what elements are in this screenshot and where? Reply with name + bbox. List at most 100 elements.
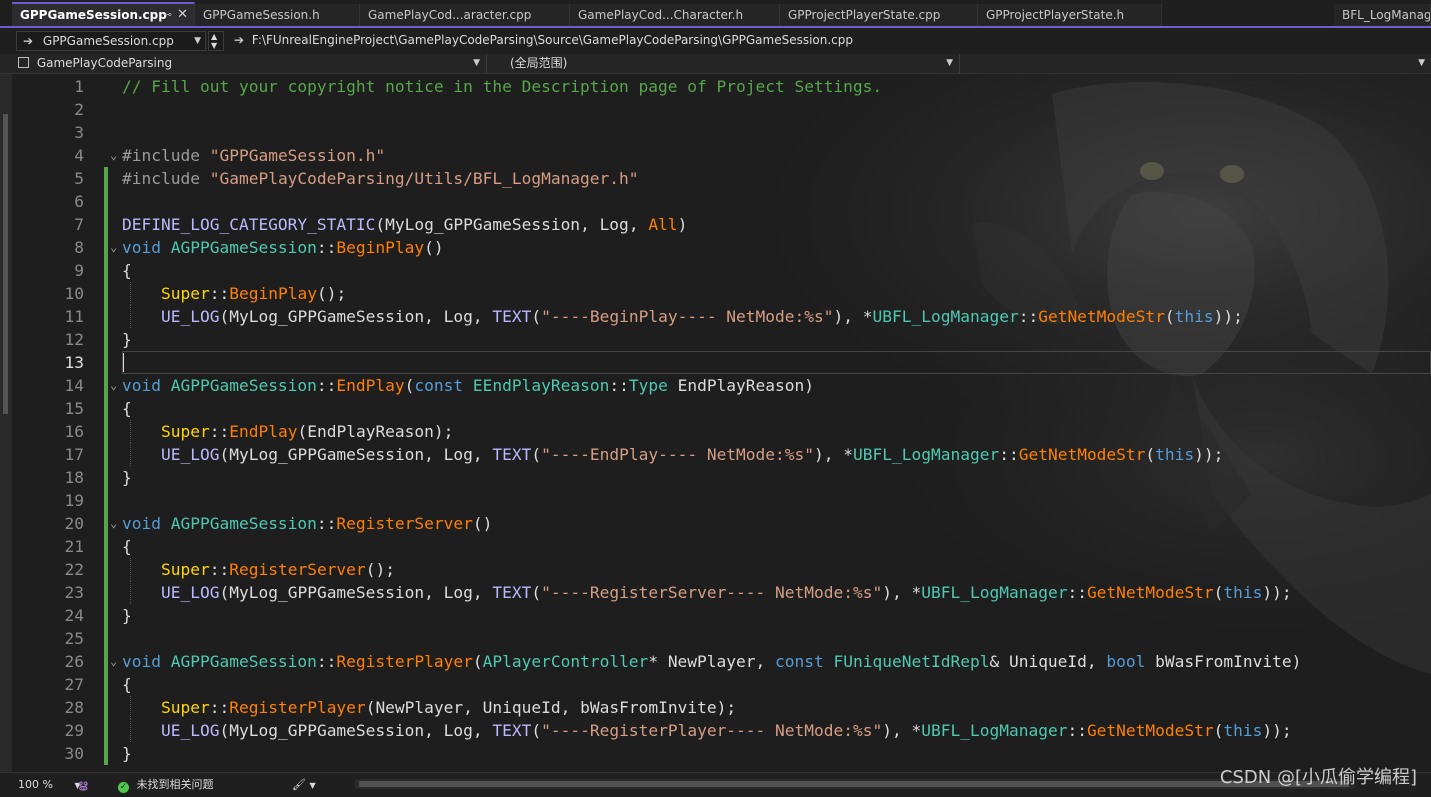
code-line[interactable]: 17 UE_LOG(MyLog_GPPGameSession, Log, TEX… [12, 443, 1431, 466]
fold-chevron-icon[interactable]: ⌄ [110, 236, 117, 259]
horizontal-scroll-thumb[interactable] [359, 781, 1349, 787]
file-selector-combo[interactable]: ➔ GPPGameSession.cpp ▼ [16, 31, 206, 51]
code-line[interactable]: 25 [12, 627, 1431, 650]
line-number: 12 [64, 330, 85, 349]
code-line[interactable]: 21 { [12, 535, 1431, 558]
tab-bfl-logmanager[interactable]: BFL_LogManage [1334, 4, 1431, 26]
brush-tools-icon[interactable]: 🖌 ▼ [292, 773, 316, 796]
change-indicator [104, 696, 108, 719]
code-line[interactable]: 9{ [12, 259, 1431, 282]
close-icon[interactable]: ✕ [177, 4, 188, 26]
code-text: } [122, 744, 132, 763]
line-number: 22 [64, 560, 85, 579]
code-line[interactable]: 30} [12, 742, 1431, 765]
fold-chevron-icon[interactable]: ⌄ [110, 374, 117, 397]
code-line[interactable]: 16 Super::EndPlay(EndPlayReason); [12, 420, 1431, 443]
code-line[interactable]: 4 ⌄ #include "GPPGameSession.h" [12, 144, 1431, 167]
scope-bar: GamePlayCodeParsing ▼ (全局范围) ▼ ▼ [0, 54, 1431, 74]
change-indicator [104, 581, 108, 604]
fold-chevron-icon[interactable]: ⌄ [110, 512, 117, 535]
tab-gppgamesession-h[interactable]: GPPGameSession.h [195, 4, 360, 26]
horizontal-scrollbar[interactable] [355, 779, 1355, 789]
code-text: UE_LOG(MyLog_GPPGameSession, Log, TEXT("… [161, 721, 1292, 740]
up-down-spinner[interactable]: ▲ ▼ [208, 31, 224, 51]
issues-indicator[interactable]: ✓ 未找到相关问题 [118, 773, 214, 796]
chevron-down-icon: ▼ [211, 41, 218, 50]
change-indicator [104, 282, 108, 305]
change-indicator [104, 190, 108, 213]
code-line[interactable]: 15 { [12, 397, 1431, 420]
code-line[interactable]: 13 [12, 351, 1431, 374]
code-line[interactable]: 2 [12, 98, 1431, 121]
global-scope-dropdown[interactable]: (全局范围) ▼ [488, 54, 960, 73]
change-indicator [104, 420, 108, 443]
navigation-bar: ➔ GPPGameSession.cpp ▼ ▲ ▼ ➔ F:\FUnrealE… [0, 28, 1431, 54]
code-line[interactable]: 23 UE_LOG(MyLog_GPPGameSession, Log, TEX… [12, 581, 1431, 604]
code-line[interactable]: 1 // Fill out your copyright notice in th… [12, 75, 1431, 98]
change-indicator [104, 535, 108, 558]
line-number: 21 [64, 537, 85, 556]
code-line[interactable]: 26 ⌄ void AGPPGameSession::RegisterPlayer(… [12, 650, 1431, 673]
line-number: 17 [64, 445, 85, 464]
arrow-right-icon: ➔ [23, 34, 34, 48]
file-path-field[interactable]: ➔ F:\FUnrealEngineProject\GamePlayCodePa… [228, 31, 1431, 51]
code-text: { [122, 399, 132, 418]
pin-icon[interactable]: ⊸ [163, 4, 172, 26]
copilot-icon[interactable]: ൠ [78, 773, 88, 796]
document-tab-bar: GPPGameSession.cpp ⊸ ✕ GPPGameSession.h … [0, 0, 1431, 28]
line-number: 13 [64, 353, 85, 372]
line-number: 23 [64, 583, 85, 602]
code-text: void AGPPGameSession::EndPlay(const EEnd… [122, 376, 815, 395]
code-line[interactable]: 3 [12, 121, 1431, 144]
tab-gppgamesession-cpp[interactable]: GPPGameSession.cpp ⊸ ✕ [12, 2, 195, 26]
code-line[interactable]: 27 { [12, 673, 1431, 696]
fold-chevron-icon[interactable]: ⌄ [110, 650, 117, 673]
project-scope-dropdown[interactable]: GamePlayCodeParsing ▼ [18, 54, 487, 73]
project-icon [18, 57, 29, 68]
code-line[interactable]: 24} [12, 604, 1431, 627]
member-scope-dropdown[interactable]: ▼ [962, 54, 1431, 73]
code-line[interactable]: 29 UE_LOG(MyLog_GPPGameSession, Log, TEX… [12, 719, 1431, 742]
code-line[interactable]: 18} [12, 466, 1431, 489]
zoom-level: 100 % [18, 778, 53, 791]
change-indicator [104, 374, 108, 397]
code-text: void AGPPGameSession::RegisterPlayer(APl… [122, 652, 1302, 671]
line-number: 18 [64, 468, 85, 487]
tab-label: GPProjectPlayerState.cpp [788, 8, 941, 22]
code-line[interactable]: 8 ⌄ void AGPPGameSession::BeginPlay() [12, 236, 1431, 259]
tab-gpprojectplayerstate-h[interactable]: GPProjectPlayerState.h [978, 4, 1162, 26]
tab-gameplaycod-character-h[interactable]: GamePlayCod...Character.h [570, 4, 780, 26]
check-circle-icon: ✓ [118, 782, 129, 793]
code-line[interactable]: 7 DEFINE_LOG_CATEGORY_STATIC(MyLog_GPPGam… [12, 213, 1431, 236]
tab-gameplaycod-character-cpp[interactable]: GamePlayCod...aracter.cpp [360, 4, 570, 26]
code-line[interactable]: 11 UE_LOG(MyLog_GPPGameSession, Log, TEX… [12, 305, 1431, 328]
code-line[interactable]: 20 ⌄ void AGPPGameSession::RegisterServer(… [12, 512, 1431, 535]
line-number: 7 [74, 215, 84, 234]
code-line[interactable]: 5 #include "GamePlayCodeParsing/Utils/BFL… [12, 167, 1431, 190]
zoom-dropdown[interactable]: 100 % ▼ [18, 773, 81, 796]
tab-gpprojectplayerstate-cpp[interactable]: GPProjectPlayerState.cpp [780, 4, 978, 26]
line-number: 24 [64, 606, 85, 625]
code-editor[interactable]: 1 // Fill out your copyright notice in th… [12, 74, 1431, 772]
code-line[interactable]: 12} [12, 328, 1431, 351]
left-margin-strip [0, 74, 12, 772]
code-line[interactable]: 28 Super::RegisterPlayer(NewPlayer, Uniq… [12, 696, 1431, 719]
code-text: Super::RegisterPlayer(NewPlayer, UniqueI… [161, 698, 737, 717]
change-indicator [104, 351, 108, 374]
change-indicator [104, 604, 108, 627]
line-number: 26 [64, 652, 85, 671]
line-number: 28 [64, 698, 85, 717]
line-number: 11 [64, 307, 85, 326]
code-line[interactable]: 10 Super::BeginPlay(); [12, 282, 1431, 305]
chevron-down-icon: ▼ [946, 58, 953, 68]
left-scroll-thumb[interactable] [3, 114, 8, 414]
line-number: 27 [64, 675, 85, 694]
fold-chevron-icon[interactable]: ⌄ [110, 144, 117, 167]
change-indicator [104, 213, 108, 236]
code-text: UE_LOG(MyLog_GPPGameSession, Log, TEXT("… [161, 445, 1224, 464]
line-number: 1 [74, 77, 84, 96]
code-line[interactable]: 19 [12, 489, 1431, 512]
code-line[interactable]: 14 ⌄ void AGPPGameSession::EndPlay(const E… [12, 374, 1431, 397]
code-line[interactable]: 6 [12, 190, 1431, 213]
code-line[interactable]: 22 Super::RegisterServer(); [12, 558, 1431, 581]
